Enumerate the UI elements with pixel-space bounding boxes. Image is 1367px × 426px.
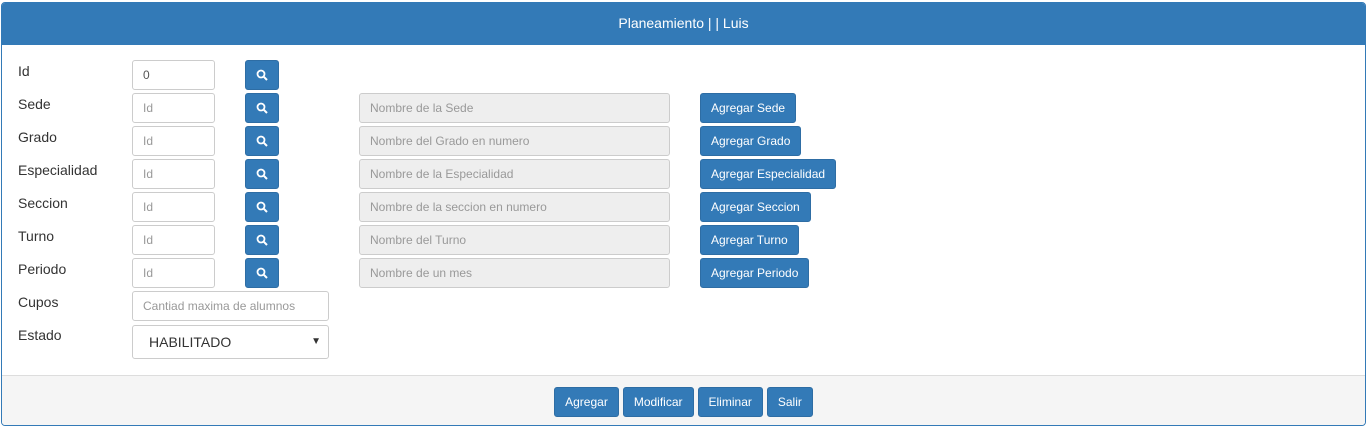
sede-label: Sede [18, 96, 51, 112]
estado-selected-value: HABILITADO [149, 334, 232, 350]
planeamiento-panel: Planeamiento | | Luis Id Sede Agregar Se… [1, 2, 1366, 426]
search-icon [256, 102, 268, 114]
periodo-label: Periodo [18, 261, 67, 277]
grado-name-input[interactable] [359, 126, 670, 156]
chevron-down-icon: ▼ [311, 336, 321, 347]
id-search-button[interactable] [245, 60, 279, 90]
turno-name-input[interactable] [359, 225, 670, 255]
estado-label: Estado [18, 327, 62, 343]
cupos-input[interactable] [132, 291, 329, 321]
grado-id-input[interactable] [132, 126, 215, 156]
id-input[interactable] [132, 60, 215, 90]
search-icon [256, 267, 268, 279]
turno-id-input[interactable] [132, 225, 215, 255]
agregar-sede-button[interactable]: Agregar Sede [700, 93, 797, 123]
cupos-label: Cupos [18, 294, 59, 310]
search-icon [256, 135, 268, 147]
seccion-search-button[interactable] [245, 192, 279, 222]
seccion-name-input[interactable] [359, 192, 670, 222]
eliminar-button[interactable]: Eliminar [697, 387, 763, 417]
id-label: Id [18, 63, 30, 79]
turno-search-button[interactable] [245, 225, 279, 255]
search-icon [256, 201, 268, 213]
agregar-especialidad-button[interactable]: Agregar Especialidad [700, 159, 837, 189]
sede-name-input[interactable] [359, 93, 670, 123]
agregar-periodo-button[interactable]: Agregar Periodo [700, 258, 810, 288]
search-icon [256, 168, 268, 180]
panel-footer: Agregar Modificar Eliminar Salir [2, 375, 1365, 425]
seccion-label: Seccion [18, 195, 68, 211]
periodo-search-button[interactable] [245, 258, 279, 288]
especialidad-name-input[interactable] [359, 159, 670, 189]
seccion-id-input[interactable] [132, 192, 215, 222]
agregar-grado-button[interactable]: Agregar Grado [700, 126, 802, 156]
agregar-turno-button[interactable]: Agregar Turno [700, 225, 799, 255]
salir-button[interactable]: Salir [766, 387, 813, 417]
estado-select[interactable]: HABILITADO ▼ [132, 325, 329, 359]
agregar-seccion-button[interactable]: Agregar Seccion [700, 192, 811, 222]
especialidad-search-button[interactable] [245, 159, 279, 189]
search-icon [256, 234, 268, 246]
especialidad-label: Especialidad [18, 162, 98, 178]
grado-label: Grado [18, 129, 57, 145]
modificar-button[interactable]: Modificar [622, 387, 694, 417]
turno-label: Turno [18, 228, 55, 244]
grado-search-button[interactable] [245, 126, 279, 156]
especialidad-id-input[interactable] [132, 159, 215, 189]
sede-search-button[interactable] [245, 93, 279, 123]
sede-id-input[interactable] [132, 93, 215, 123]
search-icon [256, 69, 268, 81]
panel-title: Planeamiento | | Luis [2, 3, 1365, 45]
periodo-name-input[interactable] [359, 258, 670, 288]
periodo-id-input[interactable] [132, 258, 215, 288]
agregar-button[interactable]: Agregar [554, 387, 619, 417]
